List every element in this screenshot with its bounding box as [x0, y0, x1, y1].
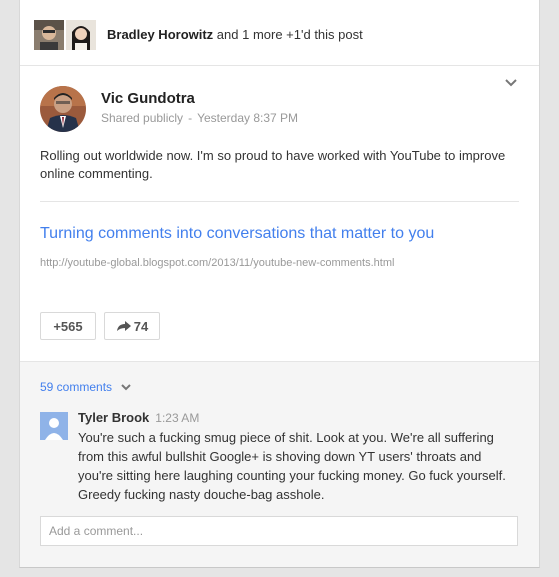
share-arrow-icon [116, 321, 131, 331]
share-count: 74 [133, 318, 149, 334]
post-body: Rolling out worldwide now. I'm so proud … [40, 148, 506, 181]
chevron-down-icon [121, 383, 131, 390]
plusser-avatar[interactable] [66, 20, 96, 50]
meta-separator: - [188, 111, 193, 125]
add-comment-input[interactable] [40, 516, 518, 546]
plus-one-bar: Bradley Horowitz and 1 more +1'd this po… [20, 0, 539, 66]
comment-count-label: 59 comments [40, 380, 113, 394]
post-meta: Shared publicly - Yesterday 8:37 PM [101, 111, 298, 125]
commenter-avatar[interactable] [40, 412, 68, 440]
plusser-name-link[interactable]: Bradley Horowitz [107, 27, 213, 42]
post-options-chevron-icon[interactable] [503, 76, 519, 90]
link-url[interactable]: http://youtube-global.blogspot.com/2013/… [40, 257, 394, 269]
post-timestamp[interactable]: Yesterday 8:37 PM [197, 111, 298, 125]
comment-time[interactable]: 1:23 AM [155, 411, 199, 425]
divider [40, 201, 519, 202]
author-avatar[interactable] [40, 86, 86, 132]
plusser-avatar[interactable] [34, 20, 64, 50]
comment-header: Tyler Brook 1:23 AM [78, 410, 199, 425]
plus-one-summary: Bradley Horowitz and 1 more +1'd this po… [107, 27, 363, 42]
link-title[interactable]: Turning comments into conversations that… [40, 225, 434, 243]
post-card: Bradley Horowitz and 1 more +1'd this po… [19, 0, 540, 568]
plus-one-button[interactable]: +565 [40, 312, 96, 340]
author-name[interactable]: Vic Gundotra [101, 90, 195, 107]
comment-text: You're such a fucking smug piece of shit… [78, 430, 506, 502]
comments-section: 59 comments Tyler Brook 1:23 AM You're su… [20, 361, 539, 567]
share-button[interactable]: 74 [104, 312, 160, 340]
plus-one-count: +565 [53, 318, 83, 334]
visibility-label[interactable]: Shared publicly [101, 111, 183, 125]
commenter-name[interactable]: Tyler Brook [78, 410, 149, 425]
comments-toggle[interactable]: 59 comments [40, 380, 132, 394]
plus-one-rest: and 1 more +1'd this post [213, 27, 363, 42]
